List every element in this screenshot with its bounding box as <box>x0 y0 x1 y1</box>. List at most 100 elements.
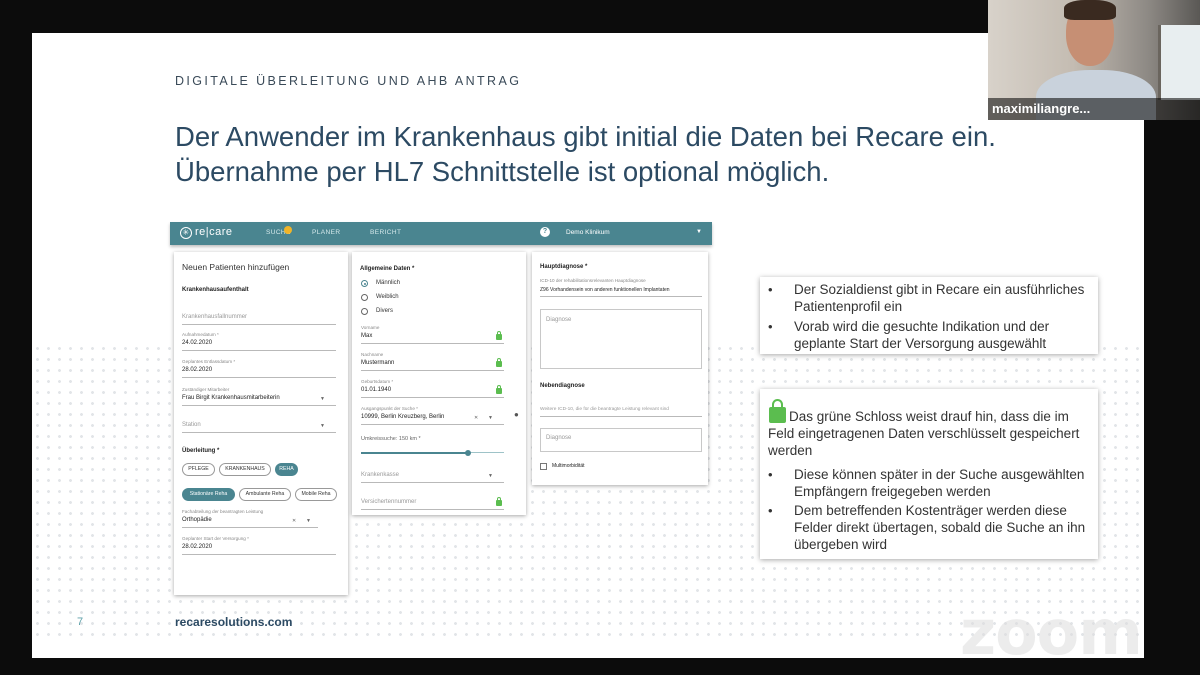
icd-field[interactable]: Z96 Vorhandensein von anderen funktionel… <box>540 287 670 293</box>
lastname-field[interactable]: Mustermann <box>361 360 394 366</box>
recare-logo: ✳ re|care <box>180 226 233 239</box>
chevron-down-icon[interactable]: ▼ <box>696 229 702 235</box>
radio-divers[interactable] <box>361 308 368 315</box>
chevron-down-icon[interactable]: ▼ <box>488 473 493 479</box>
field-underline <box>182 432 336 433</box>
discharge-date-field[interactable]: 28.02.2020 <box>182 367 212 373</box>
specialty-label: Fachabteilung der beantragten Leistung <box>182 509 264 514</box>
staff-select[interactable]: Frau Birgit Krankenhausmitarbeiterin <box>182 395 280 401</box>
participant-name-bar: maximiliangre... <box>988 98 1200 120</box>
field-underline <box>182 324 336 325</box>
chip-mobile-reha[interactable]: Mobile Reha <box>295 488 337 501</box>
clear-icon[interactable]: ✕ <box>474 415 478 421</box>
field-underline <box>361 343 504 344</box>
chip-krankenhaus[interactable]: KRANKENHAUS <box>219 463 271 476</box>
chevron-down-icon[interactable]: ▼ <box>488 415 493 421</box>
bullet-symbol: • <box>768 319 773 334</box>
radio-weiblich[interactable] <box>361 294 368 301</box>
headline-line-1: Der Anwender im Krankenhaus gibt initial… <box>175 121 996 152</box>
field-underline <box>540 296 702 297</box>
video-window-shape <box>1158 25 1200 100</box>
icd-label: ICD-10 der rehabilitationsrelevanten Hau… <box>540 278 646 283</box>
chevron-down-icon[interactable]: ▼ <box>320 423 325 429</box>
chevron-down-icon[interactable]: ▼ <box>320 396 325 402</box>
insurance-number-field[interactable]: Versichertennummer <box>361 499 416 505</box>
patient-form-panel: Neuen Patienten hinzufügen Krankenhausau… <box>174 252 348 595</box>
bullet-text: Dem betreffenden Kostenträger werden die… <box>794 503 1086 552</box>
origin-label: Ausgangspunkt der Suche * <box>361 406 418 411</box>
secondary-icd-field[interactable]: Weitere ICD-10, die für die beantragte L… <box>540 407 669 412</box>
chevron-down-icon[interactable]: ▼ <box>306 518 311 524</box>
chip-pflege[interactable]: PFLEGE <box>182 463 215 476</box>
birthdate-field[interactable]: 01.01.1940 <box>361 387 391 393</box>
notification-badge-icon <box>284 226 292 234</box>
participant-video[interactable]: maximiliangre... <box>988 0 1200 120</box>
bullet-text: Diese können später in der Suche ausgewä… <box>794 467 1085 499</box>
lock-icon <box>496 358 502 367</box>
start-label: Geplanter Start der Versorgung * <box>182 536 249 541</box>
chip-reha[interactable]: REHA <box>275 463 298 476</box>
clear-icon[interactable]: ✕ <box>292 518 296 524</box>
radio-maennlich[interactable] <box>361 280 368 287</box>
clinic-selector[interactable]: Demo Klinikum <box>566 229 610 236</box>
panel-title: Allgemeine Daten * <box>360 266 415 272</box>
chip-ambulante-reha[interactable]: Ambulante Reha <box>239 488 291 501</box>
multimorbidity-checkbox[interactable] <box>540 463 547 470</box>
help-icon[interactable]: ? <box>540 227 550 237</box>
field-underline <box>182 405 336 406</box>
headline-line-2: Übernahme per HL7 Schnittstelle ist opti… <box>175 156 830 187</box>
bullet-text: Vorab wird die gesuchte Indikation und d… <box>794 319 1050 351</box>
lock-icon <box>496 385 502 394</box>
birthdate-label: Geburtsdatum * <box>361 379 394 384</box>
radius-slider-track[interactable] <box>361 452 468 454</box>
field-underline <box>361 424 504 425</box>
logo-text: re|care <box>195 226 233 238</box>
logo-icon: ✳ <box>180 227 192 239</box>
field-underline <box>182 377 336 378</box>
secondary-title: Nebendiagnose <box>540 383 585 389</box>
info-box-profile: • Der Sozialdienst gibt in Recare ein au… <box>760 277 1098 354</box>
specialty-select[interactable]: Orthopädie <box>182 517 212 523</box>
chip-stationaere-reha[interactable]: Stationäre Reha <box>182 488 235 501</box>
origin-select[interactable]: 10999, Berlin Kreuzberg, Berlin <box>361 414 444 420</box>
firstname-label: Vorname <box>361 325 380 330</box>
participant-name: maximiliangre... <box>992 101 1091 116</box>
radius-label: Umkreissuche: 150 km * <box>361 436 421 442</box>
zoom-watermark: zoom <box>960 596 1143 658</box>
case-number-field[interactable]: Krankenhausfallnummer <box>182 314 247 320</box>
nav-planer[interactable]: PLANER <box>312 229 340 236</box>
staff-label: Zuständiger Mitarbeiter <box>182 387 230 392</box>
slide-headline: Der Anwender im Krankenhaus gibt initial… <box>175 119 996 189</box>
station-select[interactable]: Station <box>182 422 201 428</box>
shared-slide: DIGITALE ÜBERLEITUNG UND AHB ANTRAG Der … <box>32 33 1144 658</box>
multimorbidity-label: Multimorbidität <box>552 463 585 469</box>
secondary-diagnosis-placeholder: Diagnose <box>546 435 572 441</box>
panel-title: Hauptdiagnose * <box>540 264 588 270</box>
slider-rail <box>468 452 504 453</box>
info-icon[interactable]: ● <box>514 410 519 419</box>
info-box-lock: Das grüne Schloss weist drauf hin, dass … <box>760 389 1098 559</box>
field-underline <box>540 416 702 417</box>
page-number: 7 <box>77 616 84 628</box>
field-underline <box>182 554 336 555</box>
slide-kicker: DIGITALE ÜBERLEITUNG UND AHB ANTRAG <box>175 74 522 88</box>
nav-bericht[interactable]: BERICHT <box>370 229 401 236</box>
diagnosis-placeholder: Diagnose <box>546 317 572 323</box>
bullet-symbol: • <box>768 282 773 297</box>
section-title: Krankenhausaufenthalt <box>182 287 249 293</box>
admission-label: Aufnahmedatum * <box>182 332 219 337</box>
radio-label: Divers <box>376 308 394 314</box>
admission-date-field[interactable]: 24.02.2020 <box>182 340 212 346</box>
app-header-bar: ✳ re|care SUCHE PLANER BERICHT ? Demo Kli… <box>170 222 712 245</box>
lastname-label: Nachname <box>361 352 384 357</box>
insurer-select[interactable]: Krankenkasse <box>361 472 399 478</box>
field-underline <box>182 527 318 528</box>
radio-label: Weiblich <box>376 294 399 300</box>
firstname-field[interactable]: Max <box>361 333 372 339</box>
lock-icon <box>496 497 502 506</box>
start-date-field[interactable]: 28.02.2020 <box>182 544 212 550</box>
panel-title: Neuen Patienten hinzufügen <box>182 262 290 272</box>
radius-slider-handle[interactable] <box>465 450 471 456</box>
footer-url: recaresolutions.com <box>175 615 293 629</box>
diagnosis-panel: Hauptdiagnose * ICD-10 der rehabilitatio… <box>532 252 708 485</box>
